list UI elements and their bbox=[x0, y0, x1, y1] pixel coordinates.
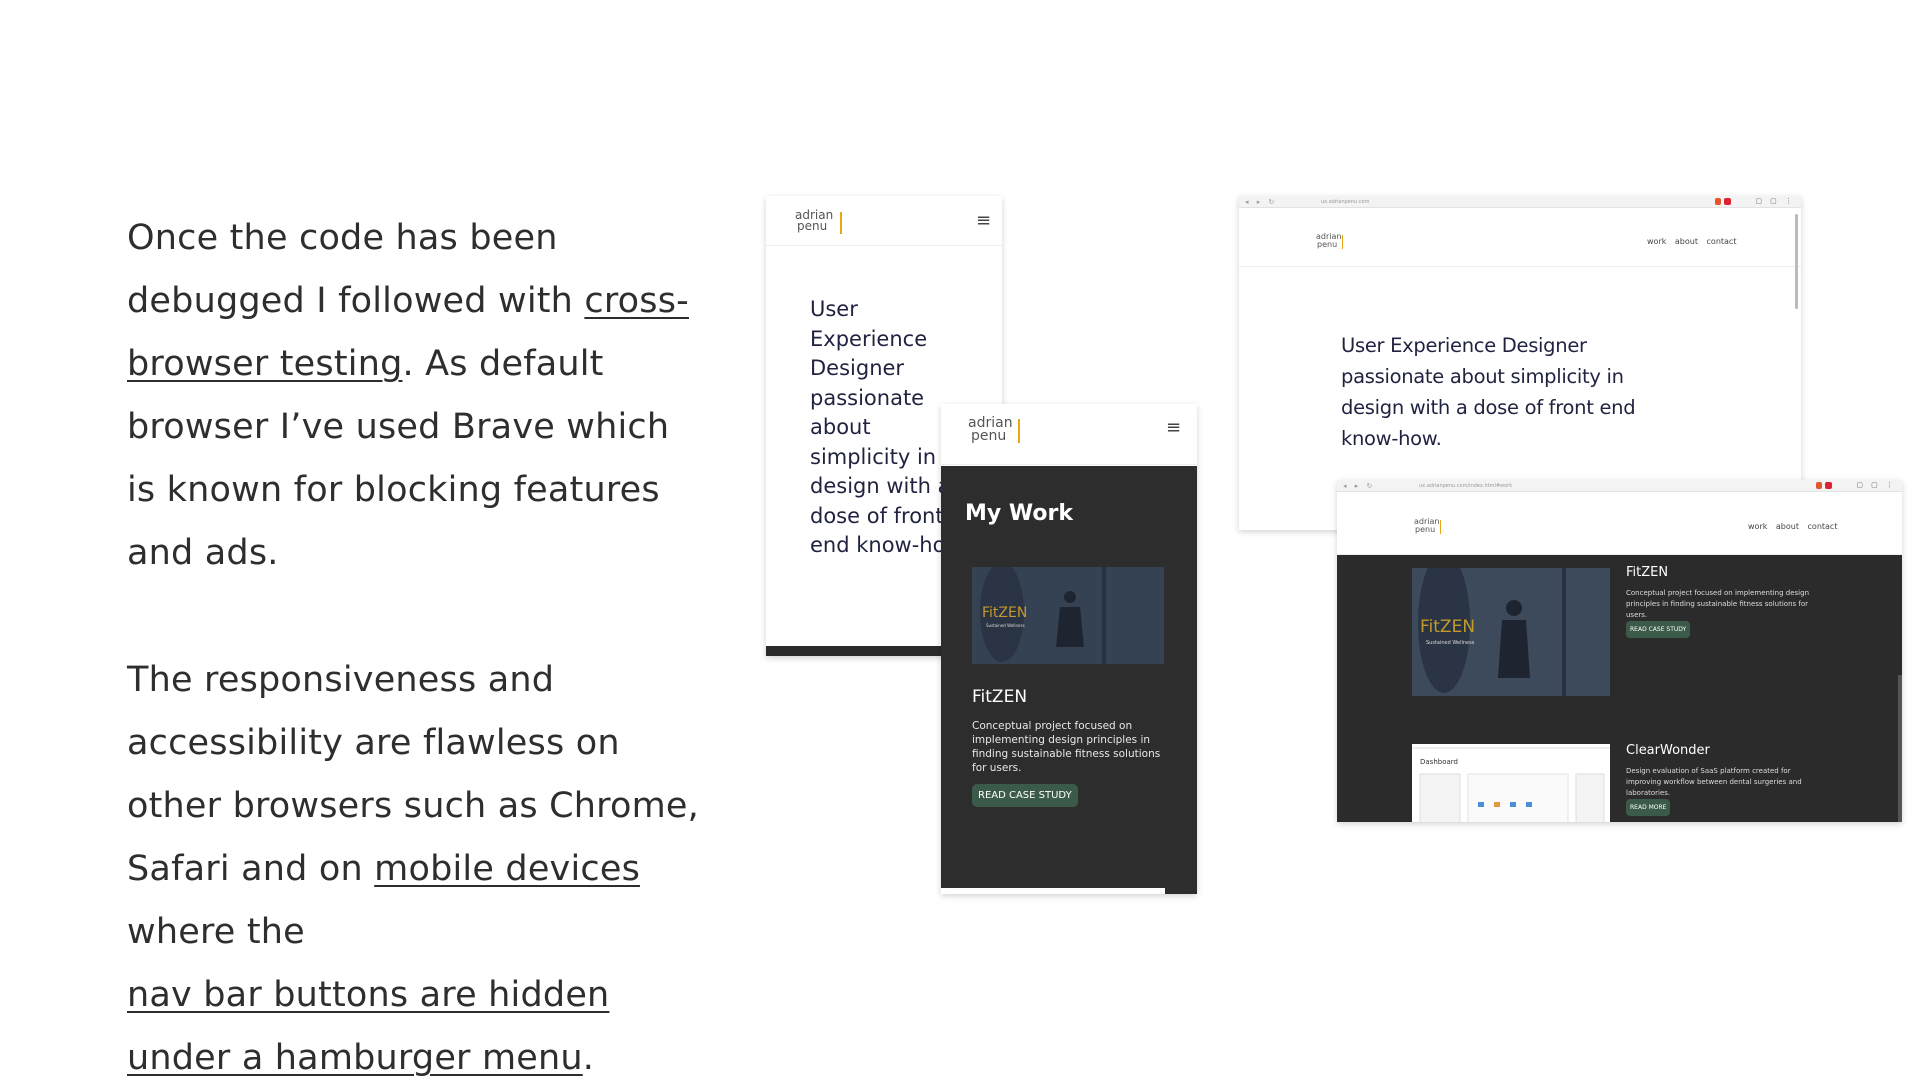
work-section: FitZEN Sustained Wellness FitZEN Concept… bbox=[1337, 555, 1902, 822]
window-controls-icon[interactable]: ▢ ▢ ⋮ bbox=[1755, 197, 1795, 205]
paragraph-responsiveness: The responsiveness and accessibility are… bbox=[127, 649, 707, 1080]
site-header: adrian penu work about contact bbox=[1239, 209, 1801, 267]
section-title: My Work bbox=[965, 501, 1073, 526]
thumb-brand: FitZEN bbox=[1420, 617, 1475, 637]
hamburger-menu-icon[interactable]: ≡ bbox=[976, 212, 991, 230]
mobile-screenshot-work: adrian penu ≡ My Work FitZEN Sustained W… bbox=[941, 404, 1197, 894]
scrollbar[interactable] bbox=[1898, 675, 1902, 822]
project-title: ClearWonder bbox=[1626, 743, 1710, 758]
clearwonder-thumbnail[interactable]: Dashboard bbox=[1412, 744, 1610, 822]
fitzen-thumbnail[interactable]: FitZEN Sustained Wellness bbox=[972, 567, 1164, 664]
browser-toolbar: ◂ ▸ ↻ ux.adrianpenu.com/index.html#work … bbox=[1337, 480, 1902, 492]
paragraph-2-text-c: . bbox=[582, 1038, 595, 1078]
address-bar[interactable]: ux.adrianpenu.com/index.html#work bbox=[1419, 483, 1512, 489]
address-bar[interactable]: ux.adrianpenu.com bbox=[1321, 199, 1370, 205]
site-logo: adrian penu bbox=[1316, 233, 1343, 249]
top-nav[interactable]: work about contact bbox=[1748, 522, 1837, 531]
site-logo: adrian penu bbox=[795, 209, 842, 234]
site-header: adrian penu work about contact bbox=[1337, 493, 1902, 555]
site-logo: adrian penu bbox=[968, 416, 1020, 445]
logo-accent-bar bbox=[840, 212, 842, 234]
thumb-sub: Sustained Wellness bbox=[1426, 640, 1475, 646]
read-case-study-button[interactable]: READ CASE STUDY bbox=[972, 784, 1078, 807]
paragraph-testing: Once the code has been debugged I follow… bbox=[127, 207, 707, 585]
window-controls-icon[interactable]: ▢ ▢ ⋮ bbox=[1856, 481, 1896, 489]
bottom-bar bbox=[941, 888, 1165, 894]
brave-shield-icon[interactable] bbox=[1715, 198, 1721, 205]
dashboard-image bbox=[1412, 747, 1610, 822]
fitzen-image: FitZEN Sustained Wellness bbox=[1412, 568, 1610, 696]
browser-toolbar: ◂ ▸ ↻ ux.adrianpenu.com ▢ ▢ ⋮ bbox=[1239, 196, 1801, 208]
hamburger-menu-icon[interactable]: ≡ bbox=[1166, 419, 1181, 437]
project-description: Conceptual project focused on implementi… bbox=[1626, 589, 1810, 619]
brave-shield-icon[interactable] bbox=[1816, 482, 1822, 489]
logo-accent-bar bbox=[1342, 235, 1343, 249]
logo-bottom: penu bbox=[971, 428, 1007, 445]
extension-icon[interactable] bbox=[1724, 198, 1731, 205]
paragraph-2-text-b: where the bbox=[127, 912, 305, 952]
logo-bottom: penu bbox=[1317, 239, 1338, 249]
mobile-devices-link[interactable]: mobile devices bbox=[374, 849, 640, 889]
body-text-column: Once the code has been debugged I follow… bbox=[127, 207, 707, 1080]
read-case-study-button[interactable]: READ CASE STUDY bbox=[1626, 621, 1691, 638]
read-more-button[interactable]: READ MORE bbox=[1626, 799, 1671, 816]
hamburger-menu-link[interactable]: under a hamburger menu bbox=[127, 1038, 583, 1078]
site-logo: adrian penu bbox=[1414, 518, 1441, 534]
extension-icon[interactable] bbox=[1825, 482, 1832, 489]
project-title: FitZEN bbox=[972, 687, 1028, 707]
nav-bar-hidden-link[interactable]: nav bar buttons are hidden bbox=[127, 975, 609, 1015]
project-description: Design evaluation of SaaS platform creat… bbox=[1626, 767, 1802, 797]
logo-bottom: penu bbox=[797, 219, 828, 234]
thumb-sub: Sustained Wellness bbox=[986, 623, 1025, 628]
mobile-header: adrian penu ≡ bbox=[941, 404, 1197, 465]
hero-text: User Experience Designer passionate abou… bbox=[1341, 334, 1636, 450]
browser-nav-icons[interactable]: ◂ ▸ ↻ bbox=[1343, 482, 1375, 490]
desktop-screenshot-work: ◂ ▸ ↻ ux.adrianpenu.com/index.html#work … bbox=[1337, 480, 1902, 822]
top-nav[interactable]: work about contact bbox=[1647, 237, 1736, 246]
fitzen-image: FitZEN Sustained Wellness bbox=[972, 567, 1164, 664]
logo-bottom: penu bbox=[1415, 524, 1436, 534]
fitzen-thumbnail[interactable]: FitZEN Sustained Wellness bbox=[1412, 568, 1610, 696]
mobile-header: adrian penu ≡ bbox=[766, 196, 1002, 246]
logo-accent-bar bbox=[1440, 520, 1441, 534]
project-description: Conceptual project focused on implementi… bbox=[972, 720, 1161, 774]
work-section: My Work FitZEN Sustained Wellness FitZEN… bbox=[941, 466, 1197, 894]
paragraph-1-text-a: Once the code has been debugged I follow… bbox=[127, 218, 585, 321]
browser-nav-icons[interactable]: ◂ ▸ ↻ bbox=[1245, 198, 1277, 206]
thumb-brand: FitZEN bbox=[982, 605, 1027, 621]
project-title: FitZEN bbox=[1626, 565, 1669, 580]
logo-accent-bar bbox=[1018, 419, 1020, 443]
scrollbar[interactable] bbox=[1795, 214, 1798, 309]
